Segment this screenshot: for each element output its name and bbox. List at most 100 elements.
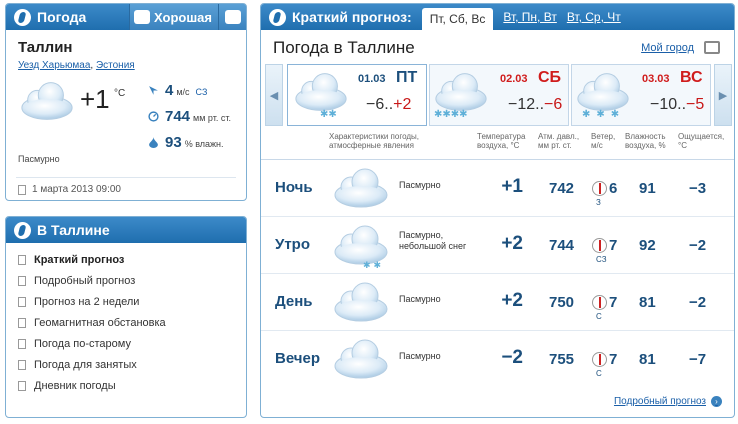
row-humidity: 91 xyxy=(639,180,656,197)
day-selector: ◀ ✱✱ 01.03 ПТ −6..+2 ✱✱✱✱ 02.03 СБ −12..… xyxy=(265,64,732,126)
overcast-icon xyxy=(334,168,388,208)
brand-logo-icon xyxy=(14,8,31,26)
menu-item-label: Погода по-старому xyxy=(34,337,131,350)
document-icon xyxy=(18,275,26,286)
period-label: День xyxy=(275,293,313,310)
menu-item-label: Погода для занятых xyxy=(34,358,137,371)
row-humidity: 81 xyxy=(639,351,656,368)
temp-unit: °C xyxy=(114,88,126,99)
row-temp: +2 xyxy=(501,233,523,254)
rate-good-label: Хорошая xyxy=(154,9,212,25)
row-pressure: 750 xyxy=(549,294,575,311)
city-menu-title: В Таллине xyxy=(37,222,110,238)
region-county-link[interactable]: Уезд Харьюмаа xyxy=(18,60,90,71)
humidity-stat: 93 % влажн. xyxy=(148,134,224,151)
current-weather-widget: Погода Хорошая Таллин Уезд Харьюмаа, Эст… xyxy=(5,3,247,201)
overcast-icon xyxy=(334,282,388,322)
next-arrow-button[interactable]: ▶ xyxy=(714,64,732,126)
tab-fri-sat-sun[interactable]: Пт, Сб, Вс xyxy=(421,8,494,30)
row-temp: −2 xyxy=(501,347,523,368)
current-condition: Пасмурно xyxy=(18,154,60,164)
header-wind: Ветер, м/с xyxy=(591,132,616,150)
menu-item-two-weeks[interactable]: Прогноз на 2 недели xyxy=(18,291,246,312)
document-icon xyxy=(18,184,26,195)
chevron-right-icon: › xyxy=(711,396,722,407)
day-temp-max: −6 xyxy=(544,96,563,113)
city-menu-header: В Таллине xyxy=(6,217,246,243)
table-row: Ночь Пасмурно +1 742 6 З 91 −3 xyxy=(261,159,734,216)
menu-item-detailed-forecast[interactable]: Подробный прогноз xyxy=(18,270,246,291)
forecast-widget: Краткий прогноз: Пт, Сб, Вс Вт, Пн, Вт В… xyxy=(260,3,735,418)
row-wind-dir: С xyxy=(596,369,602,378)
rate-good-button[interactable]: Хорошая xyxy=(129,4,218,30)
day-of-week: ВС xyxy=(680,69,703,86)
gauge-icon xyxy=(148,111,159,122)
wind-compass-icon xyxy=(592,295,607,310)
header-pressure: Атм. давл., мм рт. ст. xyxy=(538,132,580,150)
prev-arrow-button[interactable]: ◀ xyxy=(265,64,283,126)
forecast-rows: Ночь Пасмурно +1 742 6 З 91 −3 Утро ✱✱ П… xyxy=(261,159,734,387)
rating-controls: Хорошая xyxy=(129,4,246,30)
pressure-stat: 744 мм рт. ст. xyxy=(148,108,231,125)
city-menu-list: Краткий прогноз Подробный прогноз Прогно… xyxy=(6,243,246,396)
row-condition: Пасмурно xyxy=(399,351,441,361)
header-humidity: Влажность воздуха, % xyxy=(625,132,666,150)
pressure-value: 744 xyxy=(165,108,191,125)
period-label: Ночь xyxy=(275,179,313,196)
document-icon xyxy=(18,254,26,265)
row-humidity: 81 xyxy=(639,294,656,311)
document-icon xyxy=(18,338,26,349)
wind-arrow-icon xyxy=(149,86,158,95)
row-wind: 7 xyxy=(609,351,618,368)
overcast-icon xyxy=(334,339,388,379)
wind-compass-icon xyxy=(592,352,607,367)
forecast-title: Погода в Таллине xyxy=(273,38,415,57)
humidity-value: 93 xyxy=(165,134,182,151)
day-card-fri[interactable]: ✱✱ 01.03 ПТ −6..+2 xyxy=(287,64,427,126)
row-humidity: 92 xyxy=(639,237,656,254)
current-temp: +1 xyxy=(80,84,110,114)
pressure-unit: мм рт. ст. xyxy=(193,113,231,123)
tab-tue-mon-tue[interactable]: Вт, Пн, Вт xyxy=(503,10,556,24)
tab-tue-wed-thu[interactable]: Вт, Ср, Чт xyxy=(567,10,621,24)
menu-item-geomagnetic[interactable]: Геомагнитная обстановка xyxy=(18,312,246,333)
day-of-week: ПТ xyxy=(396,69,418,86)
row-condition: Пасмурно xyxy=(399,294,441,304)
menu-item-old-style[interactable]: Погода по-старому xyxy=(18,333,246,354)
row-pressure: 744 xyxy=(549,237,575,254)
current-weather-header: Погода Хорошая xyxy=(6,4,246,30)
rate-bad-button[interactable] xyxy=(218,4,246,30)
region-country-link[interactable]: Эстония xyxy=(96,60,135,71)
menu-item-for-busy[interactable]: Погода для занятых xyxy=(18,354,246,375)
menu-item-label: Прогноз на 2 недели xyxy=(34,295,140,308)
updated-label: 1 марта 2013 09:00 xyxy=(32,184,121,195)
day-temp-max: −5 xyxy=(686,96,705,113)
row-pressure: 742 xyxy=(549,180,575,197)
region: Уезд Харьюмаа, Эстония xyxy=(18,60,135,71)
divider xyxy=(16,177,236,178)
day-card-sun[interactable]: ✱✱✱ 03.03 ВС −10..−5 xyxy=(571,64,711,126)
day-date: 03.03 xyxy=(642,73,670,85)
menu-item-diary[interactable]: Дневник погоды xyxy=(18,375,246,396)
column-headers: Характеристики погоды, атмосферные явлен… xyxy=(261,132,734,156)
period-label: Вечер xyxy=(275,350,321,367)
document-icon xyxy=(18,380,26,391)
table-row: Утро ✱✱ Пасмурно, небольшой снег +2 744 … xyxy=(261,216,734,273)
detailed-forecast-link[interactable]: Подробный прогноз › xyxy=(614,396,722,407)
row-condition: Пасмурно, небольшой снег xyxy=(399,230,467,251)
row-wind-dir: З xyxy=(596,198,601,207)
document-icon xyxy=(18,359,26,370)
wind-unit: м/с xyxy=(176,87,190,97)
day-temp-range: −6..+2 xyxy=(366,96,411,114)
menu-item-short-forecast[interactable]: Краткий прогноз xyxy=(18,249,246,270)
snow-icon: ✱✱✱✱ xyxy=(434,109,468,120)
snow-icon: ✱✱ xyxy=(363,260,385,270)
day-card-sat[interactable]: ✱✱✱✱ 02.03 СБ −12..−6 xyxy=(429,64,569,126)
row-temp: +1 xyxy=(501,176,523,197)
print-icon[interactable] xyxy=(704,41,720,54)
menu-item-label: Подробный прогноз xyxy=(34,274,136,287)
menu-item-label: Краткий прогноз xyxy=(34,253,125,266)
day-temp-min: −10.. xyxy=(650,96,687,113)
snow-icon: ✱✱✱ xyxy=(582,109,626,120)
my-city-link[interactable]: Мой город xyxy=(641,42,694,54)
